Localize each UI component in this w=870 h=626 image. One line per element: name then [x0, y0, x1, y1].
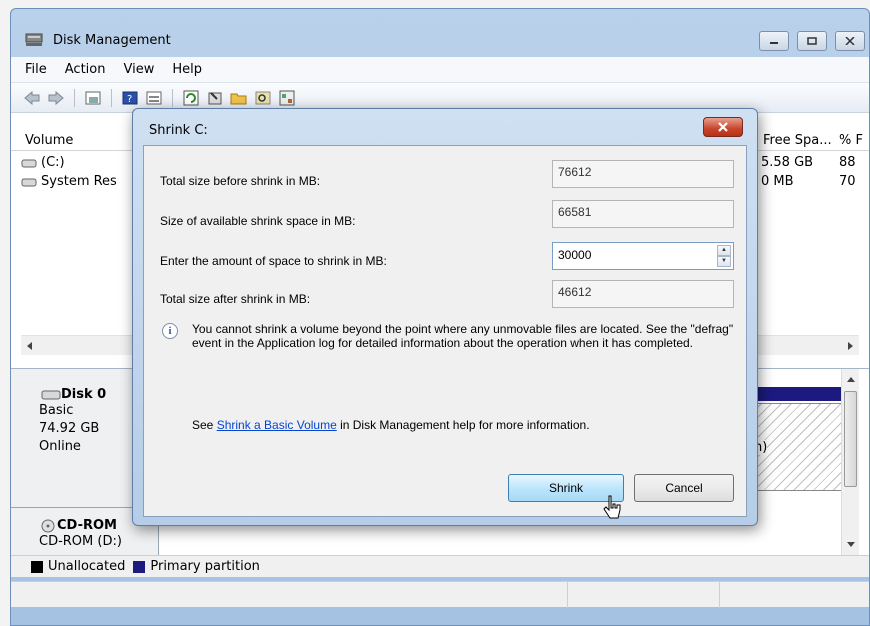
open-folder-icon[interactable]	[230, 89, 248, 107]
close-icon	[845, 37, 855, 45]
close-icon	[718, 122, 728, 132]
shrink-amount-value: 30000	[558, 248, 592, 262]
show-hide-console-icon[interactable]	[84, 89, 102, 107]
column-free-space[interactable]: Free Spa...	[763, 133, 832, 148]
disk-icon	[41, 390, 61, 399]
spin-up-button[interactable]: ▲	[717, 245, 731, 256]
partition-block[interactable]: n)	[751, 403, 849, 491]
maximize-button[interactable]	[797, 31, 827, 51]
maximize-icon	[807, 37, 817, 45]
toolbar-separator	[74, 88, 75, 107]
scroll-down-icon[interactable]	[846, 541, 856, 549]
percent-free-cell: 88	[839, 155, 856, 170]
menu-view[interactable]: View	[123, 62, 154, 77]
primary-partition-bar[interactable]	[751, 387, 849, 401]
help-prefix: See	[192, 418, 217, 432]
shrink-amount-input[interactable]: 30000 ▲ ▼	[552, 242, 734, 270]
cdrom-drive: CD-ROM (D:)	[39, 534, 122, 549]
dialog-close-button[interactable]	[703, 117, 743, 137]
status-divider	[719, 582, 720, 608]
vertical-scrollbar[interactable]	[841, 369, 859, 555]
drive-icon	[21, 178, 37, 186]
scroll-right-icon[interactable]	[847, 341, 855, 351]
menu-action[interactable]: Action	[65, 62, 106, 77]
total-before-label: Total size before shrink in MB:	[160, 174, 321, 188]
mouse-cursor-icon	[603, 495, 621, 519]
close-window-button[interactable]	[835, 31, 865, 51]
shrink-help-link[interactable]: Shrink a Basic Volume	[217, 418, 337, 432]
help-line: See Shrink a Basic Volume in Disk Manage…	[192, 418, 590, 432]
volume-name: System Res	[41, 174, 117, 189]
svg-text:?: ?	[127, 94, 132, 105]
disk-management-icon	[25, 33, 43, 46]
cdrom-icon	[41, 519, 55, 532]
scroll-up-icon[interactable]	[846, 375, 856, 383]
status-bar	[11, 581, 869, 608]
volume-cell: System Res	[21, 174, 117, 189]
info-icon: i	[162, 323, 178, 339]
legend: Unallocated Primary partition	[11, 555, 869, 577]
shrink-amount-stepper[interactable]: ▲ ▼	[717, 245, 731, 267]
search-icon[interactable]	[254, 89, 272, 107]
minimize-icon	[770, 42, 778, 44]
disk-list-icon[interactable]	[278, 89, 296, 107]
menu-help[interactable]: Help	[172, 62, 202, 77]
column-percent-free[interactable]: % F	[839, 133, 863, 148]
menu-file[interactable]: File	[25, 62, 47, 77]
spin-down-button[interactable]: ▼	[717, 256, 731, 267]
menu-bar: File Action View Help	[11, 57, 869, 83]
toolbar-separator	[172, 88, 173, 107]
title-bar: Disk Management	[11, 9, 869, 57]
shrink-dialog: Shrink C: Total size before shrink in MB…	[132, 108, 758, 526]
minimize-button[interactable]	[759, 31, 789, 51]
dialog-title: Shrink C:	[149, 123, 208, 138]
forward-arrow-icon[interactable]	[47, 89, 65, 107]
dialog-body: Total size before shrink in MB: 76612 Si…	[143, 145, 747, 517]
window-controls	[759, 31, 865, 51]
refresh-icon[interactable]	[182, 89, 200, 107]
unallocated-swatch	[31, 560, 43, 573]
properties-icon[interactable]	[206, 89, 224, 107]
scroll-thumb[interactable]	[844, 391, 857, 487]
volume-cell: (C:)	[21, 155, 65, 170]
help-suffix: in Disk Management help for more informa…	[336, 418, 590, 432]
status-divider	[567, 582, 568, 608]
available-shrink-label: Size of available shrink space in MB:	[160, 214, 356, 228]
window-title: Disk Management	[53, 33, 171, 48]
column-volume[interactable]: Volume	[25, 133, 73, 148]
total-after-value: 46612	[552, 280, 734, 308]
percent-free-cell: 70	[839, 174, 856, 189]
cancel-button[interactable]: Cancel	[634, 474, 734, 502]
primary-partition-swatch	[133, 560, 146, 573]
scroll-left-icon[interactable]	[25, 341, 33, 351]
help-icon[interactable]: ?	[121, 89, 139, 107]
available-shrink-value: 66581	[552, 200, 734, 228]
drive-icon	[21, 159, 37, 167]
free-space-cell: 0 MB	[761, 174, 794, 189]
total-after-label: Total size after shrink in MB:	[160, 292, 311, 306]
shrink-amount-label: Enter the amount of space to shrink in M…	[160, 254, 387, 268]
volume-name: (C:)	[41, 155, 65, 170]
toolbar-separator	[111, 88, 112, 107]
total-before-value: 76612	[552, 160, 734, 188]
free-space-cell: 5.58 GB	[761, 155, 814, 170]
properties-pane-icon[interactable]	[145, 89, 163, 107]
legend-unallocated: Unallocated	[48, 559, 126, 574]
info-text: You cannot shrink a volume beyond the po…	[192, 322, 734, 350]
legend-primary-partition: Primary partition	[150, 559, 260, 574]
back-arrow-icon[interactable]	[23, 89, 41, 107]
